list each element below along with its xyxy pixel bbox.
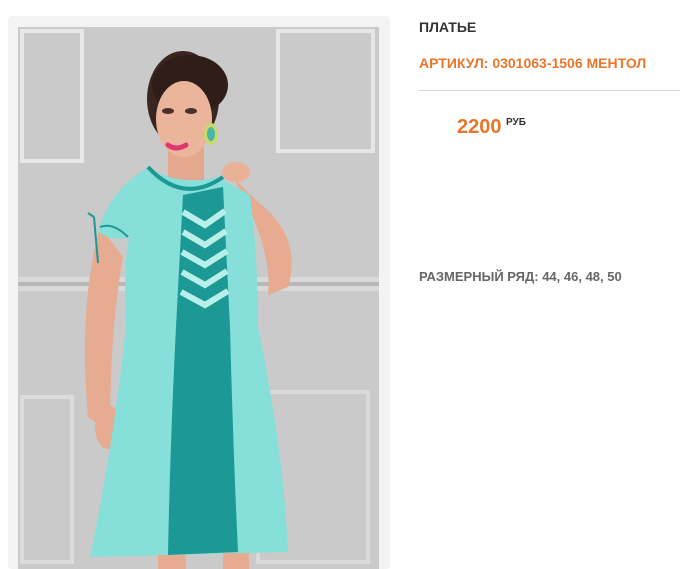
product-title: ПЛАТЬЕ xyxy=(419,19,477,35)
divider xyxy=(419,90,680,91)
dress-model-illustration xyxy=(18,27,379,569)
price-currency: РУБ xyxy=(506,117,526,128)
product-photo[interactable] xyxy=(18,27,379,569)
size-range: РАЗМЕРНЫЙ РЯД: 44, 46, 48, 50 xyxy=(419,269,622,284)
product-sku: АРТИКУЛ: 0301063-1506 МЕНТОЛ xyxy=(419,55,647,71)
product-price: 2200 xyxy=(457,116,502,138)
